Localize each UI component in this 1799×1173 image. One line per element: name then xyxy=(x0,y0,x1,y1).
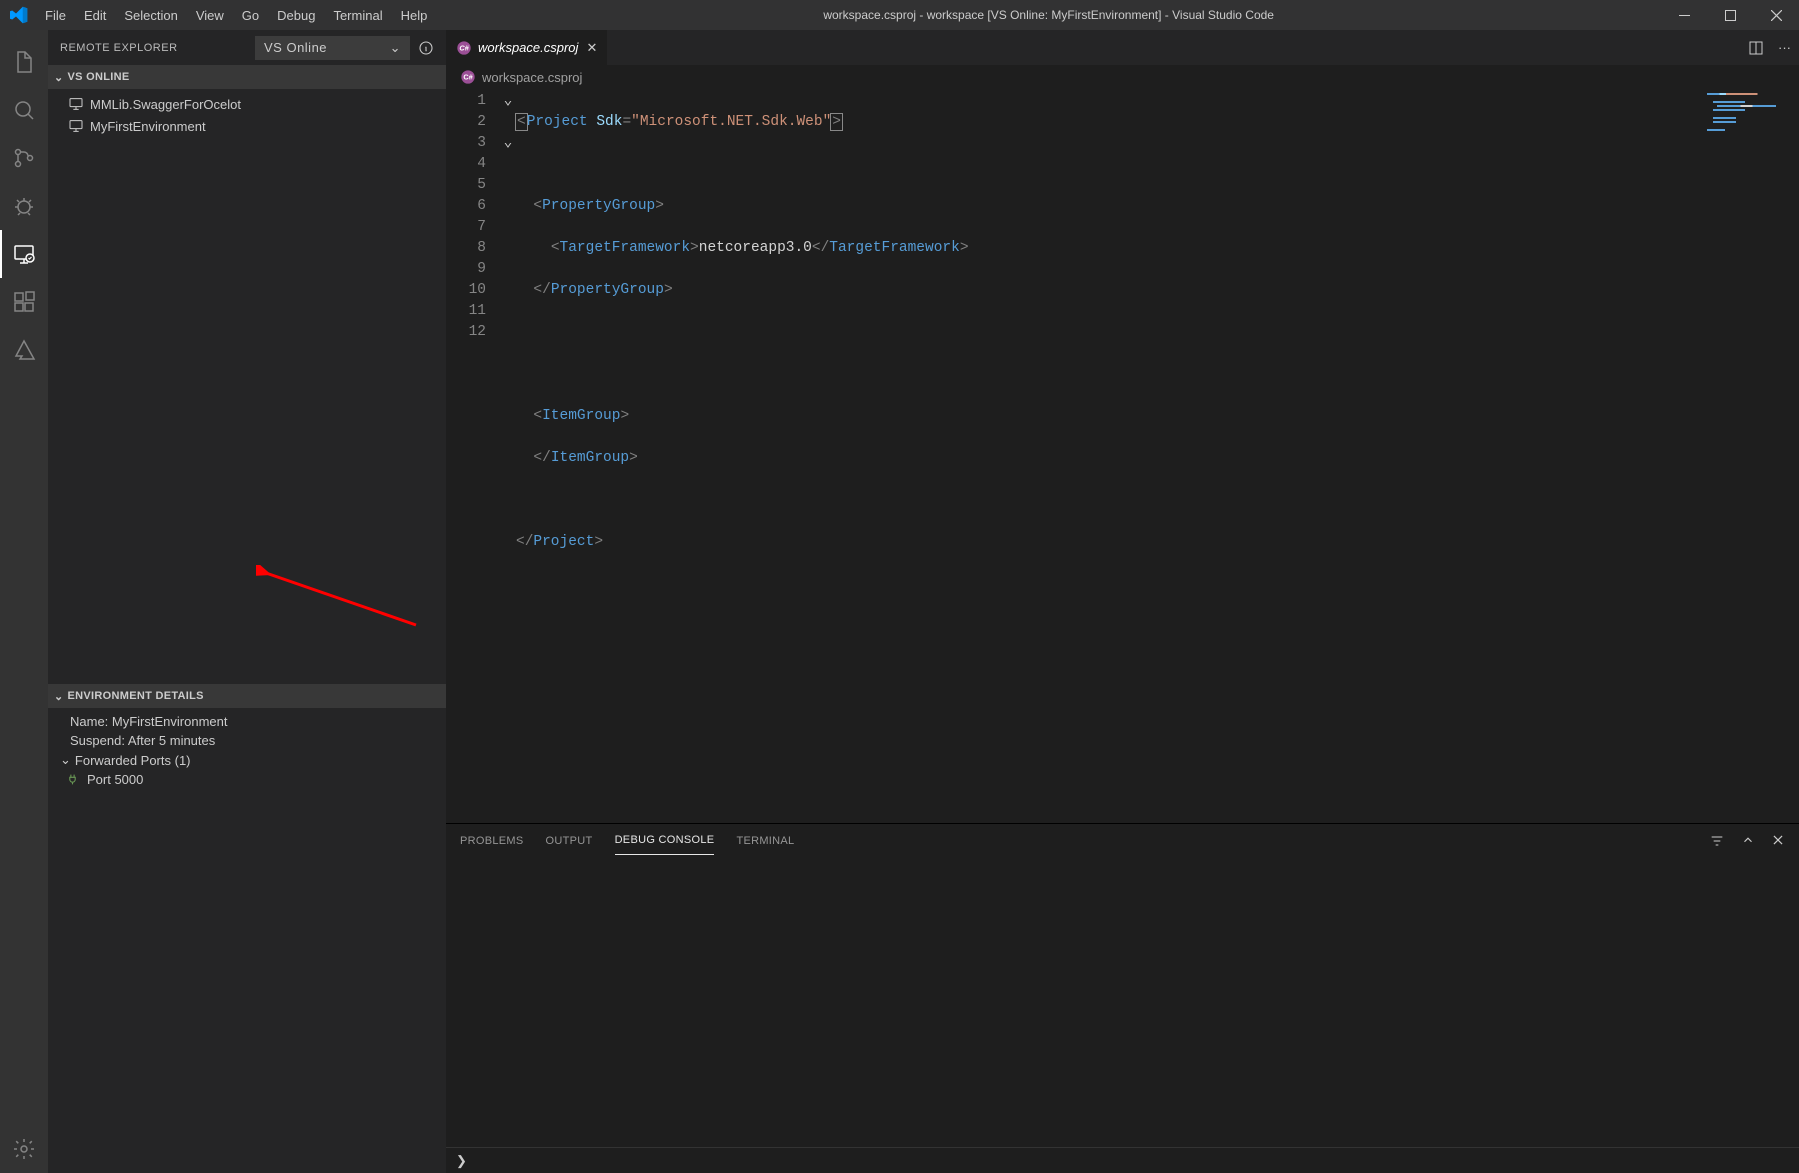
env-suspend: Suspend: After 5 minutes xyxy=(48,731,446,750)
titlebar: File Edit Selection View Go Debug Termin… xyxy=(0,0,1799,30)
chevron-down-icon: ⌄ xyxy=(60,752,71,768)
fold-icon[interactable]: ⌄ xyxy=(500,91,516,112)
editor-tabs: C# workspace.csproj ✕ ··· xyxy=(446,30,1799,65)
fold-gutter: ⌄ ⌄ xyxy=(500,89,516,823)
menu-go[interactable]: Go xyxy=(233,3,268,28)
svg-text:C#: C# xyxy=(463,73,472,82)
breadcrumb[interactable]: C# workspace.csproj xyxy=(446,65,1799,89)
debug-console-input-row: ❯ xyxy=(446,1147,1799,1173)
panel-tab-problems[interactable]: PROBLEMS xyxy=(460,827,524,855)
settings-gear-icon[interactable] xyxy=(0,1125,48,1173)
menu-edit[interactable]: Edit xyxy=(75,3,115,28)
monitor-icon xyxy=(68,118,84,134)
sidebar-title: REMOTE EXPLORER xyxy=(60,42,255,54)
remote-kind-dropdown[interactable]: VS Online ⌄ xyxy=(255,36,410,60)
info-icon[interactable] xyxy=(418,40,434,56)
fold-icon[interactable]: ⌄ xyxy=(500,133,516,154)
chevron-down-icon: ⌄ xyxy=(390,40,401,56)
menu-help[interactable]: Help xyxy=(392,3,437,28)
panel-tabs: PROBLEMS OUTPUT DEBUG CONSOLE TERMINAL xyxy=(446,824,1799,857)
chevron-up-icon[interactable] xyxy=(1741,833,1755,849)
minimize-button[interactable] xyxy=(1661,0,1707,30)
svg-text:C#: C# xyxy=(459,43,469,52)
prompt-chevron-icon: ❯ xyxy=(456,1153,467,1169)
extensions-icon[interactable] xyxy=(0,278,48,326)
debug-console-input[interactable] xyxy=(475,1153,1799,1168)
plug-icon xyxy=(66,773,79,786)
filter-icon[interactable] xyxy=(1709,833,1725,849)
panel-tab-terminal[interactable]: TERMINAL xyxy=(736,827,794,855)
debug-icon[interactable] xyxy=(0,182,48,230)
azure-icon[interactable] xyxy=(0,326,48,374)
source-control-icon[interactable] xyxy=(0,134,48,182)
bottom-panel: PROBLEMS OUTPUT DEBUG CONSOLE TERMINAL ❯ xyxy=(446,823,1799,1173)
close-button[interactable] xyxy=(1753,0,1799,30)
tab-label: workspace.csproj xyxy=(478,40,578,55)
panel-tab-output[interactable]: OUTPUT xyxy=(546,827,593,855)
menu-selection[interactable]: Selection xyxy=(115,3,186,28)
editor-actions: ··· xyxy=(1748,30,1799,65)
search-icon[interactable] xyxy=(0,86,48,134)
tab-workspace-csproj[interactable]: C# workspace.csproj ✕ xyxy=(446,30,608,65)
more-actions-icon[interactable]: ··· xyxy=(1778,40,1791,55)
env-item-mmlib[interactable]: MMLib.SwaggerForOcelot xyxy=(48,93,446,115)
remote-explorer-icon[interactable] xyxy=(0,230,48,278)
section-label: ENVIRONMENT DETAILS xyxy=(68,690,204,702)
environment-details-section: ⌄ ENVIRONMENT DETAILS Name: MyFirstEnvir… xyxy=(48,684,446,1173)
menu-view[interactable]: View xyxy=(187,3,233,28)
forwarded-ports-label: Forwarded Ports (1) xyxy=(75,753,191,768)
section-envdetails-header[interactable]: ⌄ ENVIRONMENT DETAILS xyxy=(48,684,446,708)
line-number-gutter: 1 2 3 4 5 6 7 8 9 10 11 12 xyxy=(446,89,500,823)
editor-group: C# workspace.csproj ✕ ··· C# workspace.c… xyxy=(446,30,1799,1173)
close-panel-icon[interactable] xyxy=(1771,833,1785,849)
explorer-icon[interactable] xyxy=(0,38,48,86)
dropdown-value: VS Online xyxy=(264,40,327,55)
debug-console-body[interactable]: ❯ xyxy=(446,857,1799,1173)
maximize-button[interactable] xyxy=(1707,0,1753,30)
menu-file[interactable]: File xyxy=(36,3,75,28)
window-controls xyxy=(1661,0,1799,30)
minimap[interactable] xyxy=(1707,91,1797,131)
env-item-myfirst[interactable]: MyFirstEnvironment xyxy=(48,115,446,137)
section-label: VS ONLINE xyxy=(68,71,130,83)
panel-tab-debug-console[interactable]: DEBUG CONSOLE xyxy=(615,826,715,855)
port-row[interactable]: Port 5000 xyxy=(48,770,446,789)
env-name: Name: MyFirstEnvironment xyxy=(48,712,446,731)
csproj-file-icon: C# xyxy=(456,40,472,56)
sidebar: REMOTE EXPLORER VS Online ⌄ ⌄ VS ONLINE … xyxy=(48,30,446,1173)
tree-item-label: MyFirstEnvironment xyxy=(90,119,206,134)
csproj-file-icon: C# xyxy=(460,69,476,85)
chevron-down-icon: ⌄ xyxy=(54,690,64,703)
chevron-down-icon: ⌄ xyxy=(54,71,64,84)
code-content[interactable]: <Project Sdk="Microsoft.NET.Sdk.Web"> <P… xyxy=(516,89,1799,823)
window-title: workspace.csproj - workspace [VS Online:… xyxy=(436,8,1661,22)
split-editor-icon[interactable] xyxy=(1748,40,1764,56)
menu-debug[interactable]: Debug xyxy=(268,3,324,28)
section-vsonline-header[interactable]: ⌄ VS ONLINE xyxy=(48,65,446,89)
port-label: Port 5000 xyxy=(87,772,143,787)
breadcrumb-label: workspace.csproj xyxy=(482,70,582,85)
tree-item-label: MMLib.SwaggerForOcelot xyxy=(90,97,241,112)
activity-bar xyxy=(0,30,48,1173)
sidebar-header: REMOTE EXPLORER VS Online ⌄ xyxy=(48,30,446,65)
menu-terminal[interactable]: Terminal xyxy=(324,3,391,28)
monitor-icon xyxy=(68,96,84,112)
environments-tree: MMLib.SwaggerForOcelot MyFirstEnvironmen… xyxy=(48,89,446,141)
menu-bar: File Edit Selection View Go Debug Termin… xyxy=(36,3,436,28)
forwarded-ports-row[interactable]: ⌄ Forwarded Ports (1) xyxy=(48,750,446,770)
close-tab-icon[interactable]: ✕ xyxy=(586,40,597,56)
vscode-logo-icon xyxy=(10,5,30,25)
code-editor[interactable]: 1 2 3 4 5 6 7 8 9 10 11 12 ⌄ ⌄ <Project … xyxy=(446,89,1799,823)
